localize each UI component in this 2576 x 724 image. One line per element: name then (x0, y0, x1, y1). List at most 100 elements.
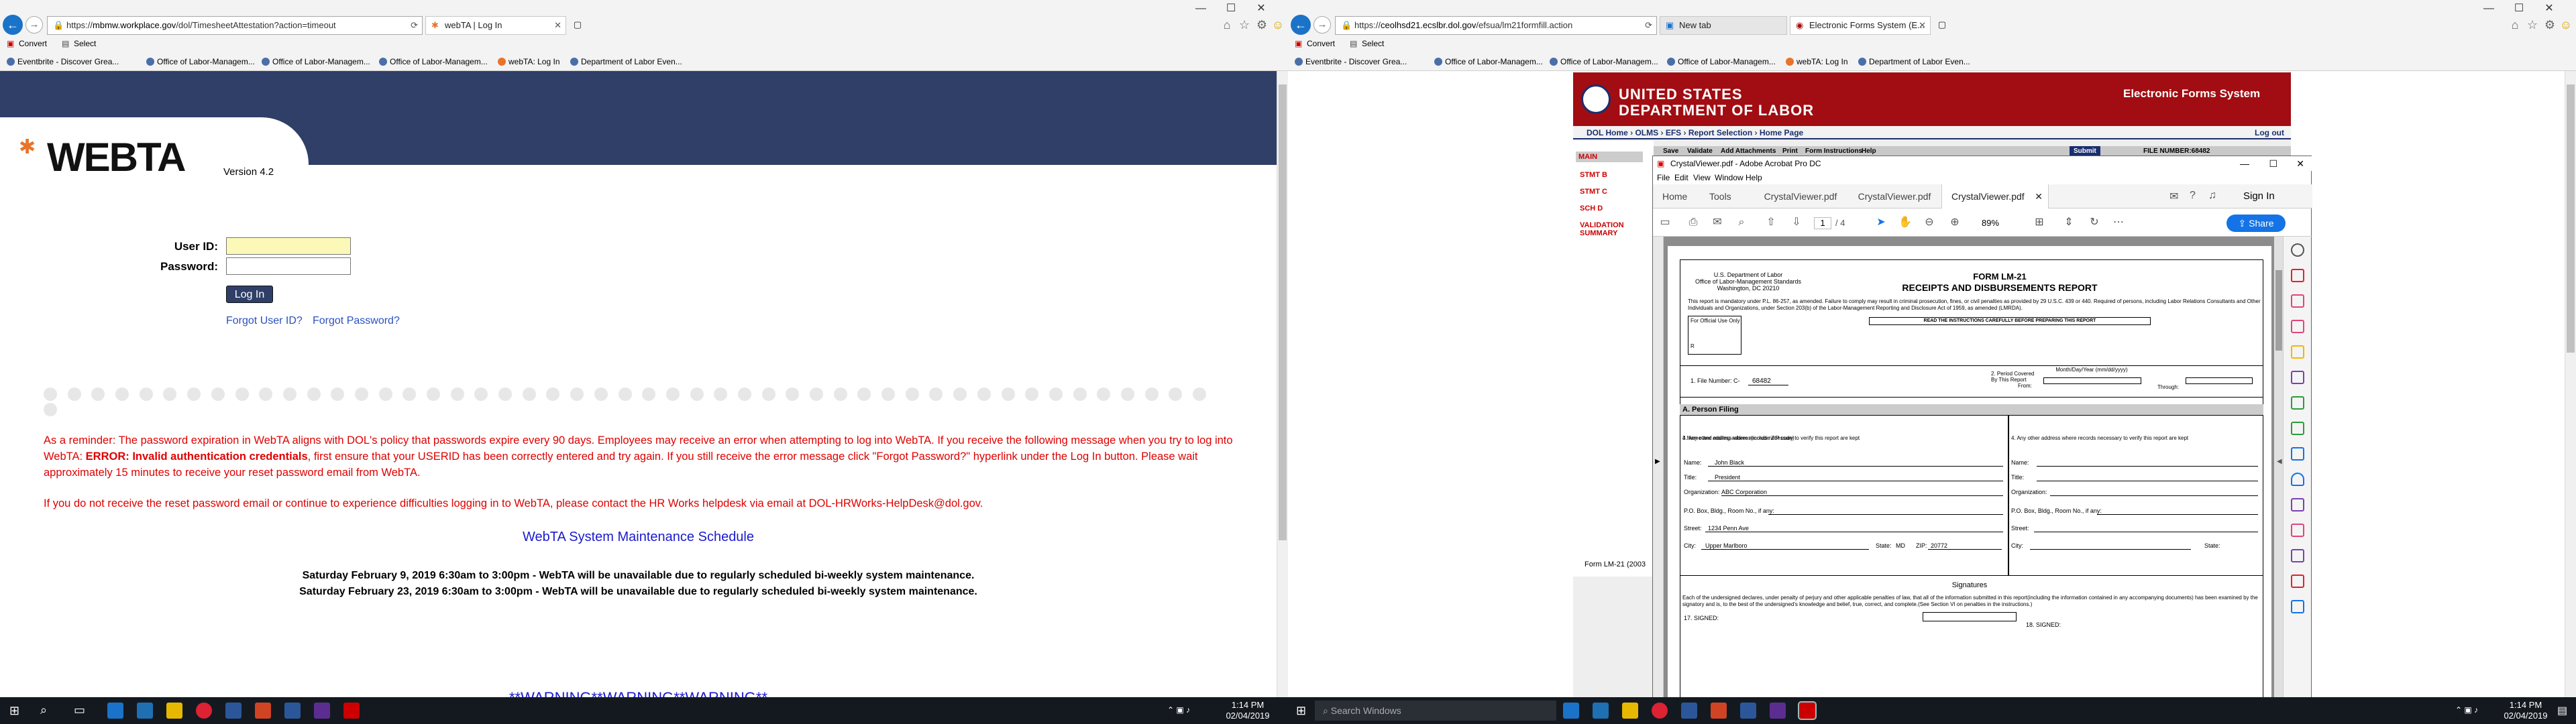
file-explorer-taskbar-icon[interactable] (166, 703, 182, 719)
favorite-item[interactable]: Office of Labor-Managem... (379, 54, 488, 70)
title-field[interactable]: President (1715, 474, 1740, 481)
nav-efs-link[interactable]: EFS (1666, 128, 1681, 137)
refresh-icon[interactable]: ⟳ (1645, 17, 1652, 34)
collapse-pane-icon[interactable]: ◀ (2277, 458, 2282, 465)
favorite-item[interactable]: webTA: Log In (1786, 54, 1848, 70)
chrome-taskbar-icon[interactable] (196, 703, 212, 719)
favorites-star-icon[interactable]: ☆ (1237, 17, 1252, 32)
menu-help[interactable]: Help (1746, 171, 1762, 184)
file-number-value[interactable]: 68482 (1752, 377, 1771, 385)
organization-field[interactable]: ABC Corporation (1721, 489, 1767, 495)
maximize-icon[interactable]: ☐ (1218, 1, 1244, 16)
settings-gear-icon[interactable]: ⚙ (1254, 17, 1269, 32)
settings-gear-icon[interactable]: ⚙ (2542, 17, 2557, 32)
nav-dol-home-link[interactable]: DOL Home (1587, 128, 1628, 137)
ie-taskbar-icon[interactable] (1593, 703, 1609, 719)
zoom-level-select[interactable]: 89% (1974, 217, 2007, 229)
login-button[interactable]: Log In (226, 286, 273, 303)
smiley-feedback-icon[interactable]: ☺ (1271, 17, 1285, 32)
side-item-stmt-c[interactable]: STMT C (1580, 188, 1607, 196)
favorite-item[interactable]: Department of Labor Even... (570, 54, 682, 70)
tray-icons[interactable]: ⌃ ▣ ♪ (1167, 705, 1190, 715)
menu-window[interactable]: Window (1715, 171, 1743, 184)
side-item-validation-summary[interactable]: VALIDATION SUMMARY (1580, 221, 1633, 237)
tab-close-icon[interactable]: ✕ (554, 17, 561, 34)
page-number-input[interactable]: 1 (1814, 217, 1831, 229)
side-item-stmt-b[interactable]: STMT B (1580, 171, 1607, 179)
search-icon[interactable]: ⌕ (40, 703, 47, 717)
tab-document[interactable]: CrystalViewer.pdf (1754, 184, 1847, 208)
organize-pages-icon[interactable] (2291, 396, 2304, 410)
task-view-icon[interactable]: ▭ (74, 703, 85, 717)
home-icon[interactable]: ⌂ (2508, 17, 2522, 32)
select-button[interactable]: Select (74, 35, 96, 52)
email-icon[interactable]: ✉ (1711, 216, 1724, 229)
scroll-mode-icon[interactable]: ⇕ (2062, 216, 2076, 229)
side-item-sch-d[interactable]: SCH D (1580, 204, 1603, 213)
favorite-item[interactable]: Office of Labor-Managem... (146, 54, 255, 70)
favorite-item[interactable]: Eventbrite - Discover Grea... (1295, 54, 1407, 70)
forgot-password-link[interactable]: Forgot Password? (313, 315, 400, 327)
city-field[interactable]: Upper Marlboro (1705, 542, 1748, 549)
tab-home[interactable]: Home (1662, 184, 1687, 208)
convert-pdf-icon[interactable]: ▣ (1295, 35, 1302, 52)
word-taskbar-icon[interactable] (225, 703, 241, 719)
refresh-icon[interactable]: ⟳ (411, 17, 418, 34)
minimize-icon[interactable]: — (2475, 1, 2502, 16)
close-icon[interactable]: ✕ (2536, 1, 2563, 16)
minimize-icon[interactable]: — (2240, 156, 2249, 171)
tab-document[interactable]: CrystalViewer.pdf (1847, 184, 1941, 208)
fill-sign-icon[interactable] (2291, 371, 2304, 384)
notifications-icon[interactable]: ▤ (2557, 704, 2567, 717)
zoom-in-icon[interactable]: ⊕ (1948, 216, 1962, 229)
smiley-feedback-icon[interactable]: ☺ (2559, 17, 2573, 32)
powerpoint-taskbar-icon[interactable] (255, 703, 271, 719)
side-item-main[interactable]: MAIN (1576, 152, 1643, 162)
windows-start-icon[interactable]: ⊞ (9, 704, 19, 718)
back-button[interactable]: ← (3, 15, 23, 35)
teams-taskbar-icon[interactable] (1770, 703, 1786, 719)
address-bar[interactable]: 🔒 https://mbmw.workplace.gov/dol/Timeshe… (47, 16, 423, 35)
period-from-input[interactable] (2043, 377, 2141, 384)
tab-document-active[interactable]: CrystalViewer.pdf ✕ (1941, 184, 2049, 208)
favorite-item[interactable]: Eventbrite - Discover Grea... (7, 54, 119, 70)
tab-electronic-forms[interactable]: ◉ Electronic Forms System (E... ✕ (1790, 16, 1931, 35)
comment-icon[interactable]: ✉ (2169, 190, 2178, 203)
compress-icon[interactable] (2291, 447, 2304, 461)
save-icon[interactable]: ▭ (1658, 216, 1672, 229)
convert-button[interactable]: Convert (19, 35, 47, 52)
search-windows-box[interactable]: ⌕ Search Windows (1315, 701, 1556, 721)
certificates-icon[interactable] (2291, 549, 2304, 562)
prepare-form-icon[interactable] (2291, 524, 2304, 537)
teams-taskbar-icon[interactable] (314, 703, 330, 719)
home-icon[interactable]: ⌂ (1220, 17, 1234, 32)
minimize-icon[interactable]: — (1187, 1, 1214, 16)
zoom-search-icon[interactable] (2291, 243, 2304, 257)
zip-field[interactable]: 20772 (1931, 542, 1947, 549)
tab-close-icon[interactable]: ✕ (2035, 184, 2043, 208)
maximize-icon[interactable]: ☐ (2269, 156, 2277, 171)
pdf-viewport[interactable]: ▶ U.S. Department of Labor Office of Labo… (1653, 237, 2284, 715)
address-bar[interactable]: 🔒 https://ceolhsd21.ecslbr.dol.gov/efsua… (1335, 16, 1657, 35)
notification-bell-icon[interactable]: ♫ (2208, 190, 2216, 202)
favorites-star-icon[interactable]: ☆ (2525, 17, 2540, 32)
vertical-scrollbar[interactable] (1277, 71, 1288, 697)
nav-report-selection-link[interactable]: Report Selection (1688, 128, 1752, 137)
favorite-item[interactable]: Office of Labor-Managem... (262, 54, 370, 70)
right-clock[interactable]: 1:14 PM 02/04/2019 (2499, 700, 2553, 721)
menu-edit[interactable]: Edit (1674, 171, 1688, 184)
windows-start-icon[interactable]: ⊞ (1296, 704, 1306, 718)
create-pdf-icon[interactable] (2291, 294, 2304, 308)
menu-view[interactable]: View (1693, 171, 1711, 184)
edit-pdf-icon[interactable] (2291, 320, 2304, 333)
name-field[interactable]: John Black (1715, 459, 1744, 466)
maximize-icon[interactable]: ☐ (2506, 1, 2532, 16)
share-button[interactable]: ⇪ Share (2226, 215, 2286, 232)
select-icon[interactable]: ▤ (62, 35, 69, 52)
new-tab-button[interactable]: ▢ (1933, 16, 1951, 35)
forward-button[interactable]: → (25, 16, 43, 34)
tab-close-icon[interactable]: ✕ (1919, 17, 1926, 34)
signature-17-field[interactable] (1923, 612, 2017, 621)
acrobat-taskbar-icon[interactable] (343, 703, 360, 719)
send-signature-icon[interactable] (2291, 498, 2304, 511)
